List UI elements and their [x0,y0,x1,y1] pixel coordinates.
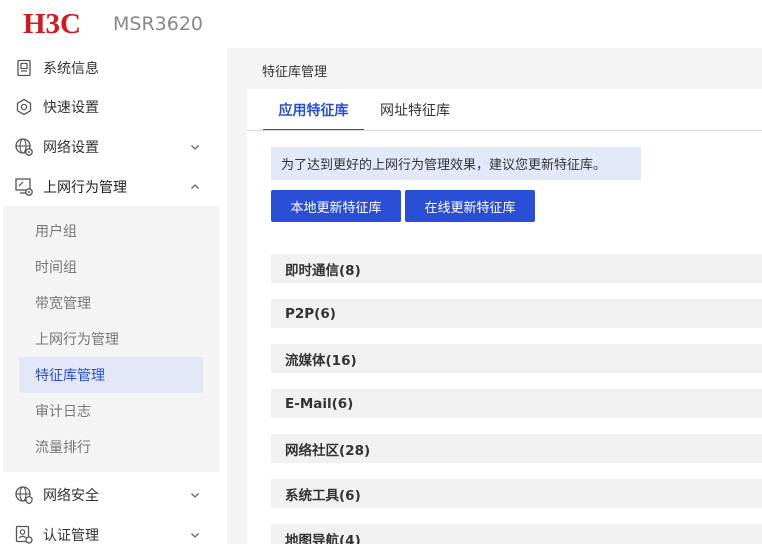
tab-url-signature[interactable]: 网址特征库 [370,89,460,130]
signature-group-row[interactable]: 网络社区(28) [271,434,762,463]
submenu-item-label: 特征库管理 [35,368,105,384]
signature-group-row[interactable]: 即时通信(8) [271,254,762,283]
tab-label: 应用特征库 [278,102,349,119]
submenu-item-audit-log[interactable]: 审计日志 [19,393,203,429]
behavior-management-icon [14,177,34,197]
group-label: E-Mail(6) [285,395,354,412]
h3c-logo: H3C [23,8,81,40]
submenu-item-label: 用户组 [35,224,77,240]
group-label: 系统工具(6) [285,487,361,504]
sidebar-item-auth-management[interactable]: 认证管理 [0,517,227,544]
group-label: 地图导航(4) [285,532,361,544]
network-security-icon [14,485,34,505]
group-label: 即时通信(8) [285,262,361,279]
submenu-item-signature-db[interactable]: 特征库管理 [19,357,203,393]
tab-label: 网址特征库 [380,102,450,119]
page: H3C MSR3620 系统信息 快速设置 网络设置 上网行为管理 用户组 时间… [0,0,762,544]
tab-bar: 应用特征库 网址特征库 [247,89,762,131]
submenu-item-user-group[interactable]: 用户组 [19,213,203,249]
submenu-item-bandwidth[interactable]: 带宽管理 [19,285,203,321]
group-label: P2P(6) [285,305,336,322]
submenu-item-label: 流量排行 [35,440,91,456]
tab-divider [247,130,762,131]
sidebar-item-label: 快速设置 [43,100,99,116]
sidebar-item-network-settings[interactable]: 网络设置 [0,129,227,165]
logo-text: H3C [23,8,81,40]
submenu-item-label: 时间组 [35,260,77,276]
submenu-item-traffic-ranking[interactable]: 流量排行 [19,429,203,465]
network-settings-icon [14,137,34,157]
device-model: MSR3620 [113,13,204,35]
quick-setup-icon [14,97,34,117]
submenu-item-time-group[interactable]: 时间组 [19,249,203,285]
chevron-up-icon [188,180,202,194]
sidebar-item-label: 网络安全 [43,488,99,504]
submenu-item-behavior[interactable]: 上网行为管理 [19,321,203,357]
sidebar-item-quick-setup[interactable]: 快速设置 [0,89,227,125]
notice-banner: 为了达到更好的上网行为管理效果，建议您更新特征库。 [271,147,641,180]
chevron-down-icon [188,140,202,154]
header: H3C MSR3620 [0,0,762,48]
signature-group-row[interactable]: E-Mail(6) [271,389,762,418]
chevron-down-icon [188,528,202,542]
notice-text: 为了达到更好的上网行为管理效果，建议您更新特征库。 [281,158,607,173]
sidebar-item-label: 上网行为管理 [43,180,127,196]
chevron-down-icon [188,488,202,502]
auth-management-icon [14,525,34,544]
submenu-item-label: 上网行为管理 [35,332,119,348]
signature-group-row[interactable]: 系统工具(6) [271,479,762,508]
group-label: 网络社区(28) [285,442,371,459]
sidebar-item-label: 认证管理 [43,528,99,544]
sidebar-item-system-info[interactable]: 系统信息 [0,50,227,86]
group-label: 流媒体(16) [285,352,357,369]
sidebar-item-network-security[interactable]: 网络安全 [0,477,227,513]
signature-group-row[interactable]: 地图导航(4) [271,524,762,544]
online-update-button[interactable]: 在线更新特征库 [405,190,535,222]
sidebar-item-behavior-management[interactable]: 上网行为管理 [0,169,227,205]
sidebar-item-label: 系统信息 [43,61,99,77]
tab-app-signature[interactable]: 应用特征库 [263,89,364,131]
submenu-item-label: 审计日志 [35,404,91,420]
local-update-button[interactable]: 本地更新特征库 [271,190,401,222]
breadcrumb: 特征库管理 [262,65,328,80]
sidebar-item-label: 网络设置 [43,140,99,156]
signature-group-row[interactable]: 流媒体(16) [271,344,762,373]
submenu-item-label: 带宽管理 [35,296,91,312]
signature-group-row[interactable]: P2P(6) [271,299,762,328]
system-info-icon [14,58,34,78]
